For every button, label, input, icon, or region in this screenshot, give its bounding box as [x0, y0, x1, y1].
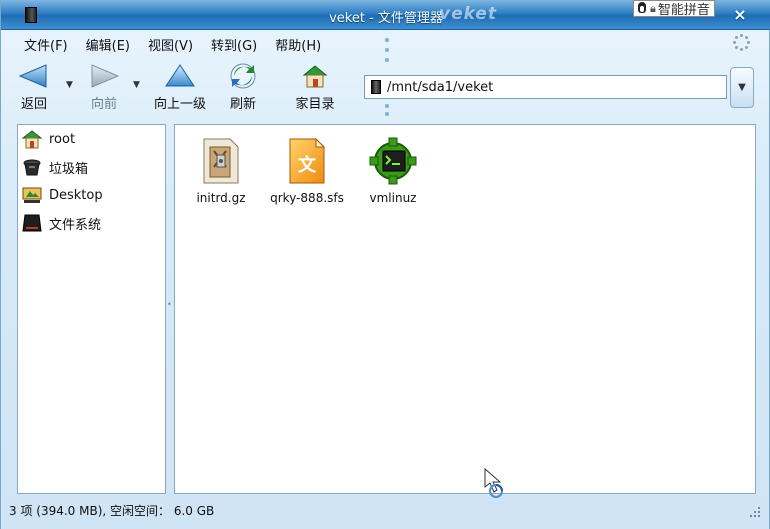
mouse-cursor-icon	[483, 467, 509, 501]
file-manager-window: veket - 文件管理器 veket 🔒︎ 智能拼音 × 文件(F) 编辑(E…	[0, 0, 770, 529]
up-button[interactable]: 向上一级	[151, 62, 209, 112]
menu-file[interactable]: 文件(F)	[15, 33, 77, 54]
file-item-vmlinuz[interactable]: vmlinuz	[348, 135, 438, 205]
resize-grip-icon[interactable]	[744, 505, 762, 521]
home-icon	[21, 129, 43, 149]
home-button[interactable]: 家目录	[293, 62, 337, 112]
file-name: initrd.gz	[196, 191, 246, 205]
location-bar[interactable]: /mnt/sda1/veket	[364, 75, 727, 99]
file-view[interactable]: initrd.gz 文 qrky-888.sfs vmlinuz	[174, 124, 756, 494]
document-icon: 文	[283, 135, 331, 187]
input-method-indicator[interactable]: 🔒︎ 智能拼音	[633, 0, 715, 18]
back-history-dropdown[interactable]: ▼	[66, 80, 73, 90]
menu-view[interactable]: 视图(V)	[139, 33, 202, 54]
forward-arrow-icon	[87, 62, 121, 90]
archive-icon	[197, 135, 245, 187]
refresh-button[interactable]: 刷新	[223, 62, 263, 112]
sidebar-item-desktop[interactable]: Desktop	[21, 184, 103, 206]
up-label: 向上一级	[153, 97, 206, 112]
home-label: 家目录	[295, 97, 335, 112]
pane-resize-handle[interactable]: •	[167, 300, 172, 312]
busy-spinner-icon	[733, 34, 750, 51]
forward-label: 向前	[90, 97, 117, 112]
status-bar: 3 项 (394.0 MB), 空闲空间： 6.0 GB	[9, 504, 215, 518]
location-dropdown-button[interactable]: ▼	[730, 67, 754, 108]
up-arrow-icon	[163, 62, 197, 90]
sidebar-item-label: 垃圾箱	[49, 161, 89, 177]
forward-history-dropdown[interactable]: ▼	[133, 80, 140, 90]
ime-label: 智能拼音	[657, 3, 710, 18]
close-button[interactable]: ×	[729, 5, 751, 25]
sidebar-item-label: 文件系统	[49, 217, 102, 233]
location-path: /mnt/sda1/veket	[387, 79, 494, 95]
home-icon	[298, 62, 332, 90]
forward-button[interactable]: 向前	[81, 62, 127, 112]
menu-help[interactable]: 帮助(H)	[266, 33, 330, 54]
svg-text:文: 文	[298, 154, 317, 176]
sidebar-item-trash[interactable]: 垃圾箱	[21, 156, 88, 178]
chevron-down-icon: ▼	[738, 82, 746, 93]
lock-icon: 🔒︎	[650, 1, 656, 15]
file-item-initrd[interactable]: initrd.gz	[176, 135, 266, 205]
file-name: vmlinuz	[369, 191, 417, 205]
sidebar-item-label: root	[49, 131, 76, 147]
menu-go[interactable]: 转到(G)	[202, 33, 266, 54]
back-label: 返回	[20, 97, 47, 112]
file-item-qrky[interactable]: 文 qrky-888.sfs	[262, 135, 352, 205]
menu-bar: 文件(F) 编辑(E) 视图(V) 转到(G) 帮助(H)	[15, 33, 330, 54]
places-sidebar: root 垃圾箱 Desktop 文件系统	[17, 124, 166, 494]
brand-watermark: veket	[439, 4, 497, 24]
tux-icon	[636, 1, 648, 16]
trash-icon	[21, 157, 43, 177]
sidebar-item-root[interactable]: root	[21, 128, 75, 150]
refresh-icon	[226, 62, 260, 90]
back-arrow-icon	[17, 62, 51, 90]
title-bar[interactable]: veket - 文件管理器 veket 🔒︎ 智能拼音 ×	[1, 0, 770, 30]
sidebar-item-filesystem[interactable]: 文件系统	[21, 212, 101, 234]
file-name: qrky-888.sfs	[270, 191, 344, 205]
drive-icon	[21, 213, 43, 233]
drive-icon	[371, 80, 381, 94]
desktop-icon	[21, 185, 43, 205]
menu-edit[interactable]: 编辑(E)	[77, 33, 139, 54]
refresh-label: 刷新	[229, 97, 256, 112]
sidebar-item-label: Desktop	[49, 187, 103, 203]
back-button[interactable]: 返回	[11, 62, 57, 112]
executable-icon	[369, 135, 417, 187]
